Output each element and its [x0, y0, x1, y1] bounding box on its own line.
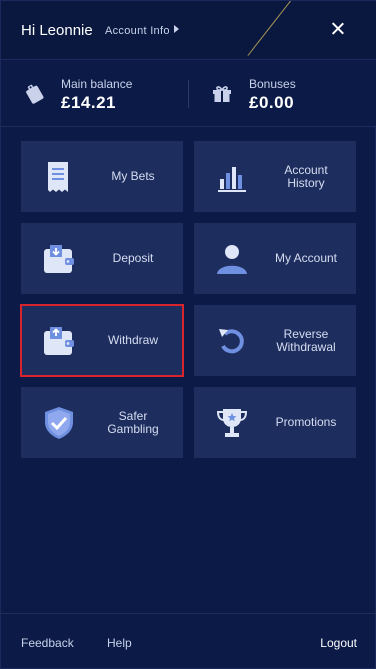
tile-label: Account History [284, 162, 328, 190]
footer: Feedback Help Logout [1, 613, 376, 669]
user-icon [217, 245, 247, 274]
wallet-out-icon [44, 327, 74, 355]
greeting-text: Hi Leonnie [21, 22, 93, 39]
help-link[interactable]: Help [107, 636, 132, 650]
main-balance-label: Main balance [61, 77, 133, 91]
tile-promotions[interactable]: Promotions [194, 387, 356, 458]
balances-bar: Main balance £14.21 Bonuses £0.00 [1, 59, 376, 127]
feedback-link[interactable]: Feedback [21, 636, 74, 650]
account-header: Hi Leonnie Account Info [1, 1, 376, 59]
logout-button[interactable]: Logout [320, 636, 357, 650]
bonuses-value: £0.00 [249, 93, 295, 112]
close-icon[interactable] [327, 19, 349, 41]
account-menu-panel: Hi Leonnie Account Info Main balance £14… [0, 0, 376, 669]
account-info-link[interactable]: Account Info [105, 25, 179, 37]
account-info-label: Account Info [105, 25, 170, 37]
tile-deposit[interactable]: Deposit [21, 223, 183, 294]
tile-my-account[interactable]: My Account [194, 223, 356, 294]
gift-icon [213, 86, 231, 102]
tile-account-history[interactable]: Account History [194, 141, 356, 212]
tile-my-bets[interactable]: My Bets [21, 141, 183, 212]
tile-label: Deposit [112, 251, 154, 265]
tile-label: Withdraw [107, 333, 158, 347]
trophy-icon [216, 409, 248, 437]
balance-divider [188, 80, 189, 108]
tile-withdraw[interactable]: Withdraw [20, 304, 184, 377]
tile-safer-gambling[interactable]: Safer Gambling [21, 387, 183, 458]
wallet-tag-icon [26, 84, 44, 104]
undo-icon [219, 329, 244, 354]
main-balance-value: £14.21 [61, 93, 116, 112]
wallet-in-icon [44, 245, 74, 273]
receipt-icon [48, 162, 68, 192]
tile-label: My Bets [111, 169, 155, 183]
shield-check-icon [45, 407, 73, 439]
tile-reverse-withdrawal[interactable]: Reverse Withdrawal [194, 305, 356, 376]
tile-label: My Account [274, 251, 338, 265]
bonuses-label: Bonuses [249, 77, 296, 91]
tile-label: Promotions [275, 415, 337, 429]
bar-chart-icon [218, 167, 246, 192]
decorative-slash [247, 1, 294, 56]
chevron-right-icon [173, 25, 179, 33]
tile-label: Reverse Withdrawal [276, 326, 336, 354]
tile-label: Safer Gambling [107, 408, 159, 436]
